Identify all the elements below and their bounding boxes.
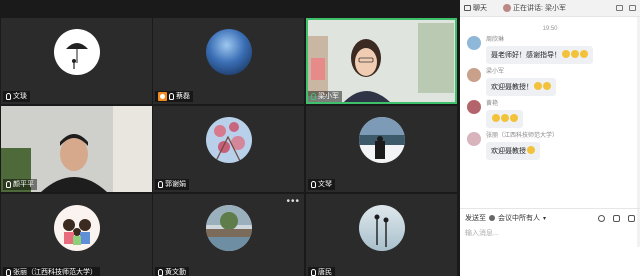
message-bubble [486, 110, 523, 128]
mic-icon [169, 93, 174, 100]
clap-emoji-icon [571, 50, 579, 58]
tab-chat-label: 聊天 [473, 5, 487, 12]
avatar [467, 132, 481, 146]
participant-nameplate: 蔡磊 [155, 91, 193, 102]
participant-nameplate: 文琰 [3, 91, 30, 102]
chat-message: 周欣琳 聂老师好！感谢指导！ [460, 36, 640, 64]
message-sender: 黄艳 [486, 101, 499, 107]
camera-off-icon [158, 92, 167, 101]
divider [460, 208, 640, 209]
participant-name: 郭谢娟 [165, 181, 186, 188]
participant-nameplate: 梁小军 [308, 91, 342, 102]
chat-message: 张丽（江西科技师范大学） 欢迎聂教授 [460, 132, 640, 160]
mic-icon [6, 93, 11, 100]
avatar [53, 29, 100, 76]
avatar [503, 4, 511, 12]
clap-emoji-icon [562, 50, 570, 58]
participant-name: 颜平平 [13, 181, 34, 188]
person-icon [489, 215, 495, 221]
chat-header: 聊天 正在讲话: 梁小军 [460, 0, 640, 17]
video-tile[interactable]: 文琴 [306, 106, 457, 192]
participant-name: 黄文勤 [165, 269, 186, 276]
avatar [205, 117, 252, 164]
participant-nameplate: 张丽（江西科技师范大学） [3, 267, 100, 276]
participant-nameplate: 文琴 [308, 179, 335, 190]
participant-nameplate: 颜平平 [3, 179, 37, 190]
participant-nameplate: 黄文勤 [155, 267, 189, 276]
avatar [467, 68, 481, 82]
send-to-bar: 发送至 会议中所有人 ▾ [465, 212, 635, 224]
clap-emoji-icon [492, 114, 500, 122]
participant-name: 张丽（江西科技师范大学） [13, 269, 97, 276]
clap-emoji-icon [534, 82, 542, 90]
participant-name: 文琰 [13, 93, 27, 100]
participant-name: 唐民 [318, 269, 332, 276]
meeting-window: 文琰 蔡磊 梁小军 颜平平 郭谢娟 文琴 张丽（江西科技师范大学） ••• 黄文… [0, 0, 640, 276]
speaking-name: 梁小军 [544, 5, 566, 12]
mic-active-icon [311, 93, 316, 100]
popout-icon[interactable] [616, 5, 623, 11]
clap-emoji-icon [501, 114, 509, 122]
chevron-down-icon[interactable]: ▾ [543, 215, 546, 222]
send-to-label: 发送至 [465, 215, 486, 222]
screenshot-icon[interactable] [628, 214, 635, 222]
tab-chat[interactable]: 聊天 [464, 3, 487, 13]
close-icon[interactable] [629, 5, 636, 11]
avatar [358, 117, 405, 164]
clap-emoji-icon [543, 82, 551, 90]
video-tile[interactable]: 张丽（江西科技师范大学） [1, 194, 152, 276]
mic-icon [158, 181, 163, 188]
avatar [467, 36, 481, 50]
participant-name: 梁小军 [318, 93, 339, 100]
video-tile[interactable]: 蔡磊 [153, 18, 304, 104]
chat-icon [464, 5, 471, 11]
message-sender: 张丽（江西科技师范大学） [486, 133, 559, 139]
folder-icon[interactable] [613, 214, 620, 222]
video-grid: 文琰 蔡磊 梁小军 颜平平 郭谢娟 文琴 张丽（江西科技师范大学） ••• 黄文… [0, 0, 460, 276]
clap-emoji-icon [527, 146, 535, 154]
more-options-icon[interactable]: ••• [286, 196, 300, 207]
message-text: 聂老师好！感谢指导！ [491, 52, 561, 59]
clap-emoji-icon [580, 50, 588, 58]
video-tile[interactable]: ••• 黄文勤 [153, 194, 304, 276]
avatar [358, 205, 405, 252]
video-tile[interactable]: 唐民 [306, 194, 457, 276]
participant-nameplate: 郭谢娟 [155, 179, 189, 190]
participant-name: 文琴 [318, 181, 332, 188]
message-sender: 周欣琳 [486, 37, 505, 43]
video-tile[interactable]: 文琰 [1, 18, 152, 104]
avatar [53, 205, 100, 252]
chat-message: 梁小军 欢迎聂教授！ [460, 68, 640, 96]
mic-icon [158, 269, 163, 276]
active-speaker-indicator: 正在讲话: 梁小军 [503, 3, 566, 13]
message-sender: 梁小军 [486, 69, 505, 75]
mic-icon [311, 181, 316, 188]
video-tile[interactable]: 颜平平 [1, 106, 152, 192]
mic-icon [311, 269, 316, 276]
avatar [467, 100, 481, 114]
recipient-select[interactable]: 会议中所有人 [498, 213, 540, 223]
message-bubble: 欢迎聂教授 [486, 142, 540, 160]
speaking-label: 正在讲话: [513, 5, 543, 12]
message-text: 欢迎聂教授！ [491, 84, 533, 91]
participant-nameplate: 唐民 [308, 267, 335, 276]
message-timestamp: 19:50 [542, 26, 558, 32]
video-tile[interactable]: 郭谢娟 [153, 106, 304, 192]
chat-panel: 聊天 正在讲话: 梁小军 19:50 周欣琳 聂老师好！感谢指导！ 梁小军 欢迎… [460, 0, 640, 276]
avatar [205, 205, 252, 252]
video-tile-active-speaker[interactable]: 梁小军 [306, 18, 457, 104]
message-bubble: 聂老师好！感谢指导！ [486, 46, 593, 64]
emoji-icon[interactable] [598, 214, 605, 222]
chat-message-input[interactable]: 输入消息... [465, 228, 633, 240]
clap-emoji-icon [510, 114, 518, 122]
message-text: 欢迎聂教授 [491, 148, 526, 155]
message-bubble: 欢迎聂教授！ [486, 78, 556, 96]
chat-message: 黄艳 [460, 100, 640, 128]
avatar [205, 29, 252, 76]
participant-name: 蔡磊 [176, 93, 190, 100]
mic-icon [6, 269, 11, 276]
mic-icon [6, 181, 11, 188]
